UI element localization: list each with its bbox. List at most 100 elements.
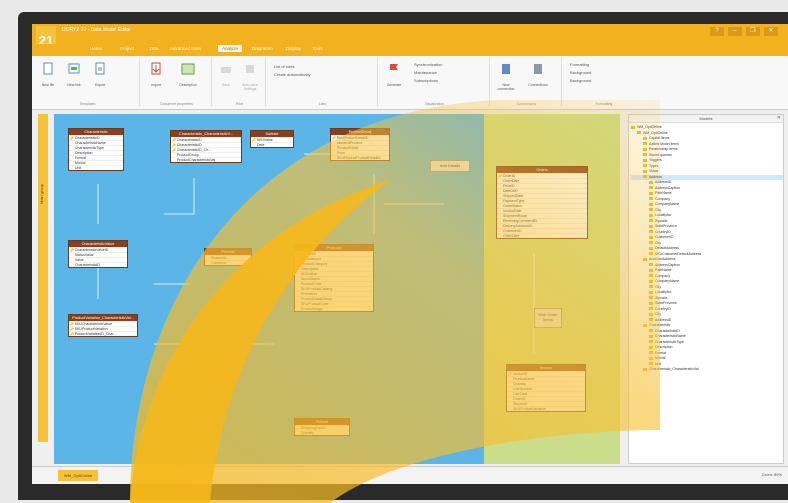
entity-characteristicvalue[interactable]: CharacteristicValue CharacteristicValueI… [68,240,128,268]
import-label: Import [151,83,161,87]
tab-ddl[interactable]: DDL [150,46,159,51]
import-icon [151,62,161,75]
synchronization-button[interactable]: Synchronization [414,62,442,67]
note-web-order-items[interactable]: Web Order Items [534,308,562,328]
connections-button[interactable]: Connections [528,62,548,87]
save-button[interactable]: Save [216,62,236,87]
tab-display[interactable]: Display [286,46,301,51]
diagram-canvas[interactable]: Characteristic CharacteristicID Characte… [54,114,620,464]
tree-item-label: Characteristic [649,323,671,327]
server-icon [534,64,542,74]
new-link-button[interactable]: New link [64,62,84,87]
new-file-label: New file [41,83,55,87]
create-automatically-button[interactable]: Create automatically [274,72,310,77]
formatting-button[interactable]: Formatting [570,62,589,67]
tree-item-label: Added Model items [649,141,679,146]
window-controls: ? – ❐ ✕ [710,27,778,36]
close-button[interactable]: ✕ [764,27,778,36]
model-tree: WM_OptiOnline WM_OptiOnline Capital Items A… [629,123,783,373]
link-icon [68,63,80,74]
auto-save-button[interactable]: Auto save Settings [240,62,260,91]
document-tab[interactable]: WM_OptiOnline [58,470,99,481]
folder-icon [649,230,653,234]
folder-icon [649,263,653,267]
entity-sortiate[interactable]: Sortiate SKUValue Date [250,130,294,148]
tab-tools[interactable]: Tools [312,46,323,51]
folder-icon [643,136,647,140]
ribbon-group-label: Document properties [160,102,193,106]
new-connection-button[interactable]: New connection [496,62,516,91]
ribbon-group-label: Lists [318,102,327,106]
help-button[interactable]: ? [710,27,724,36]
tree-item-label: Characteristic_CharacteristicVal [649,367,699,371]
tab-project[interactable]: Project [120,46,134,51]
generate-button[interactable]: Generate [384,62,404,87]
tree-item-label: LocalityNo [655,290,672,294]
ribbon-group-visualization: Generate Synchronization Maintenance Sub… [380,58,490,106]
save-label: Save [222,83,230,87]
entity-pricelist[interactable]: Pricelist ReasonID Comment [204,248,252,266]
folder-icon [643,323,647,327]
zoom-level[interactable]: Zoom: 89% [762,472,782,477]
tree-item-label: Company [655,273,670,278]
entity-orders[interactable]: Orders OrderID OrderDate PriceID DateOfI… [496,166,588,239]
ribbon-toolbar: New file New link Export Templates Impor… [32,56,788,110]
tree-item[interactable]: Characteristic_CharacteristicVal [631,367,783,373]
folder-icon [649,202,653,206]
close-icon[interactable]: ✕ [777,115,781,121]
status-bar: WM_OptiOnline Zoom: 89% [32,466,788,484]
tree-item-label: Zipcode [655,295,668,300]
tree-item-label: City [655,240,662,245]
subscriptions-button[interactable]: Subscriptions [414,78,438,83]
tab-diagramm[interactable]: Diagramm [252,46,273,51]
export-button[interactable]: Export [90,62,110,87]
folder-icon [649,312,653,316]
entity-products[interactable]: Products ProductID Discontinued ProductC… [294,244,374,312]
tab-home[interactable]: Home [90,46,102,51]
tree-item-label: Capital Items [649,136,670,140]
main-group-strip[interactable]: Main group [38,114,48,442]
folder-icon [649,235,653,239]
folder-icon [643,367,647,371]
import-button[interactable]: Import [146,62,166,87]
tree-item-label: LocalityNo [655,213,672,217]
folder-icon [649,356,653,360]
tree-item-label: Types [649,163,659,168]
note-add-details[interactable]: Add Details [430,160,470,172]
entity-row: ProductImage [295,306,373,311]
settings-icon [246,65,254,73]
tree-item-label: CompanyName [655,202,680,206]
background-button[interactable]: Background [570,70,591,75]
entity-fullcart[interactable]: Fullcart ShoppingCartID Quantity [294,418,350,436]
maximize-button[interactable]: ❐ [746,27,760,36]
tab-analyze[interactable]: Analyze [218,45,243,52]
tree-item-label: Views [649,169,659,173]
entity-characteristic-characteristicv[interactable]: Characteristic_CharacteristicV... Charac… [170,130,242,163]
models-panel: Models ✕ WM_OptiOnline WM_OptiOnline Capit… [628,114,784,464]
models-panel-title: Models [629,115,783,123]
minimize-button[interactable]: – [728,27,742,36]
entity-invoice[interactable]: Invoice InvoiceID ProductName Quantity L… [506,364,586,412]
folder-icon [649,197,653,201]
entity-row: SKUProductProductDetailID [331,155,389,160]
ribbon-group-lists: List of roles Create automatically Lists [268,58,378,106]
list-of-roles-button[interactable]: List of roles [274,64,294,69]
folder-icon [649,186,653,190]
entity-productdetail[interactable]: ProductDetail SKUProductDetailID NameOfP… [330,128,390,161]
tab-advanced-tools[interactable]: Advanced tools [170,46,201,51]
background-button-2[interactable]: Background [570,78,591,83]
new-link-label: New link [67,83,81,87]
menu-tabs: Home Project DDL Advanced tools Analyze … [32,44,788,56]
entity-productvariation-characteristicval[interactable]: ProductVariation_CharacteristicVal... SK… [68,314,138,337]
export-icon [95,62,105,75]
ribbon-group-connections: New connection Connections Connections [492,58,562,106]
entity-row: ProductVariationID_Char... [69,331,137,336]
maintenance-button[interactable]: Maintenance [414,70,437,75]
new-file-button[interactable]: New file [38,62,58,87]
tree-item-label: Format [655,350,667,355]
folder-icon [649,274,653,278]
description-button[interactable]: Description [178,62,198,87]
ribbon-group-document: Import Description Document properties [142,58,212,106]
folder-icon [649,191,653,195]
entity-characteristic[interactable]: Characteristic CharacteristicID Characte… [68,128,124,171]
